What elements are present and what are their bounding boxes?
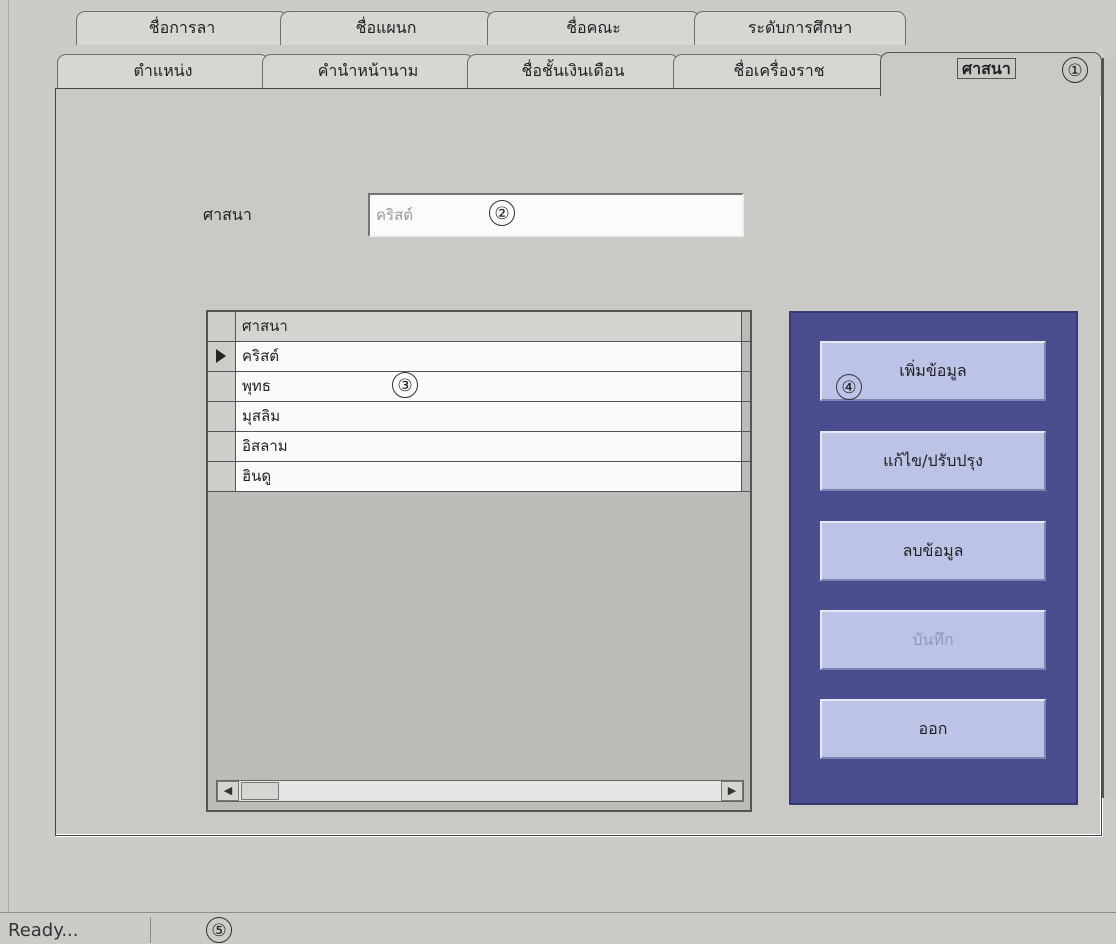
status-text: Ready...: [8, 920, 79, 941]
status-separator: [150, 917, 151, 943]
callout-4: ④: [836, 374, 862, 400]
table-row[interactable]: ฮินดู: [208, 462, 750, 492]
table-cell[interactable]: อิสลาม: [236, 432, 742, 461]
tab-position[interactable]: ตำแหน่ง: [57, 54, 269, 88]
tab-leave-type[interactable]: ชื่อการลา: [76, 11, 288, 45]
table-cell[interactable]: มุสลิม: [236, 402, 742, 431]
table-cell[interactable]: พุทธ: [236, 372, 742, 401]
religion-label: ศาสนา: [203, 205, 252, 224]
window-left-border: [8, 0, 9, 912]
delete-button[interactable]: ลบข้อมูล: [820, 521, 1046, 581]
grid-header-row: ศาสนา: [208, 312, 750, 342]
row-selector[interactable]: [208, 342, 236, 371]
exit-button[interactable]: ออก: [820, 699, 1046, 759]
religion-input[interactable]: [368, 193, 744, 237]
table-row[interactable]: มุสลิม: [208, 402, 750, 432]
row-selector[interactable]: [208, 372, 236, 401]
grid-column-header[interactable]: ศาสนา: [236, 312, 742, 341]
tab-faculty[interactable]: ชื่อคณะ: [487, 11, 700, 45]
tab-name-prefix[interactable]: คำนำหน้านาม: [262, 54, 474, 88]
edit-button[interactable]: แก้ไข/ปรับปรุง: [820, 431, 1046, 491]
grid-header-selector: [208, 312, 236, 341]
window-right-edge: [1102, 58, 1116, 798]
current-row-arrow-icon: [216, 349, 226, 363]
callout-2: ②: [489, 200, 515, 226]
religion-grid[interactable]: ศาสนา คริสต์ พุทธ มุสลิม อิสลาม ฮินดู ◀ …: [206, 310, 752, 812]
callout-5: ⑤: [206, 917, 232, 943]
horizontal-scrollbar[interactable]: ◀ ▶: [216, 780, 744, 802]
callout-3: ③: [392, 372, 418, 398]
tab-salary-grade[interactable]: ชื่อชั้นเงินเดือน: [467, 54, 679, 88]
row-selector[interactable]: [208, 462, 236, 491]
scroll-right-arrow-icon[interactable]: ▶: [721, 781, 743, 801]
save-button[interactable]: บันทึก: [820, 610, 1046, 670]
row-selector[interactable]: [208, 432, 236, 461]
table-row[interactable]: พุทธ: [208, 372, 750, 402]
table-cell[interactable]: ฮินดู: [236, 462, 742, 491]
tab-royal-decoration[interactable]: ชื่อเครื่องราช: [673, 54, 885, 88]
tab-education-level[interactable]: ระดับการศึกษา: [694, 11, 906, 45]
scroll-thumb[interactable]: [241, 782, 279, 800]
tab-department[interactable]: ชื่อแผนก: [280, 11, 492, 45]
callout-1: ①: [1062, 57, 1088, 83]
table-row[interactable]: อิสลาม: [208, 432, 750, 462]
status-bar: Ready...: [0, 912, 1116, 944]
table-row[interactable]: คริสต์: [208, 342, 750, 372]
action-button-panel: เพิ่มข้อมูล แก้ไข/ปรับปรุง ลบข้อมูล บันท…: [789, 311, 1078, 805]
scroll-left-arrow-icon[interactable]: ◀: [217, 781, 239, 801]
row-selector[interactable]: [208, 402, 236, 431]
tab-religion-label: ศาสนา: [957, 58, 1016, 79]
table-cell[interactable]: คริสต์: [236, 342, 742, 371]
